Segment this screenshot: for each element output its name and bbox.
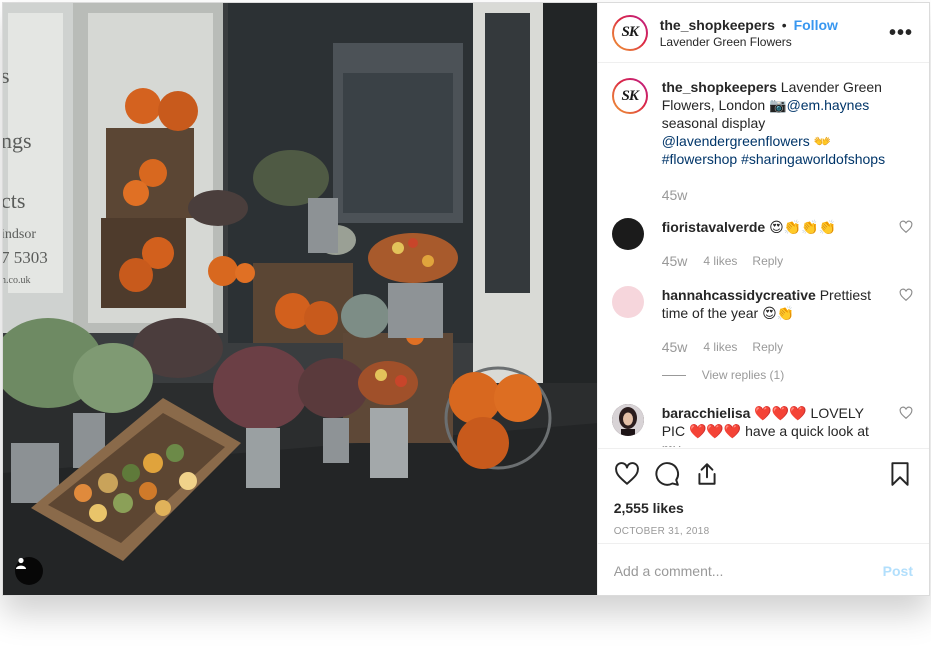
post-button[interactable]: Post bbox=[883, 563, 913, 579]
avatar-photo bbox=[611, 404, 644, 436]
separator-dot: • bbox=[781, 16, 787, 33]
comment-time: 45w bbox=[661, 253, 688, 269]
comment-meta: 45w 4 likes Reply bbox=[662, 338, 883, 356]
comment-username[interactable]: hannahcassidycreative bbox=[662, 287, 816, 303]
comment-body: hannahcassidycreative Prettiest time of … bbox=[661, 286, 913, 384]
comments-list[interactable]: SK the_shopkeepers Lavender Green Flower… bbox=[598, 64, 929, 447]
caption-body: the_shopkeepers Lavender Green Flowers, … bbox=[662, 78, 913, 204]
header-top: the_shopkeepers • Follow bbox=[660, 16, 889, 34]
caption-username[interactable]: the_shopkeepers bbox=[662, 79, 777, 95]
comment-likes[interactable]: 4 likes bbox=[703, 338, 737, 356]
avatar-initials: SK bbox=[613, 16, 646, 49]
caption: SK the_shopkeepers Lavender Green Flower… bbox=[611, 78, 913, 204]
user-tag-button[interactable] bbox=[15, 557, 43, 585]
comment-avatar[interactable] bbox=[611, 286, 644, 318]
view-replies-label: View replies (1) bbox=[701, 368, 785, 382]
comment-heart-icon[interactable] bbox=[899, 288, 913, 302]
comment-heart-icon[interactable] bbox=[899, 406, 913, 420]
bookmark-icon[interactable] bbox=[887, 461, 913, 487]
camera-emoji: 📷 bbox=[769, 97, 787, 113]
comment-username[interactable]: baracchielisa bbox=[662, 405, 751, 421]
svg-text:s: s bbox=[3, 63, 10, 88]
comment-item: baracchielisa ❤️❤️❤️ LOVELY PIC ❤️❤️❤️ h… bbox=[611, 404, 913, 447]
user-tag-icon bbox=[16, 557, 26, 569]
photo-illustration: s ngs cts indsor 7 5303 n.co.uk bbox=[3, 3, 597, 595]
comment-icon[interactable] bbox=[654, 461, 680, 487]
add-comment-bar: Post bbox=[597, 543, 929, 595]
comment-item: hannahcassidycreative Prettiest time of … bbox=[611, 286, 913, 384]
action-icons bbox=[614, 449, 913, 499]
caption-emoji: 👐 bbox=[813, 133, 832, 149]
comment-time: 45w bbox=[661, 339, 688, 355]
svg-text:cts: cts bbox=[3, 188, 25, 213]
post-photo[interactable]: s ngs cts indsor 7 5303 n.co.uk bbox=[3, 3, 597, 595]
svg-text:n.co.uk: n.co.uk bbox=[3, 275, 30, 286]
header-text: the_shopkeepers • Follow Lavender Green … bbox=[660, 16, 889, 50]
caption-time: 45w bbox=[661, 187, 688, 203]
comment-item: fioristavalverde 😍👏👏👏 45w 4 likes Reply bbox=[611, 218, 913, 270]
hashtag-sharingaworldofshops[interactable]: #sharingaworldofshops bbox=[741, 151, 885, 167]
post-modal: s ngs cts indsor 7 5303 n.co.uk SK the_s… bbox=[2, 2, 930, 596]
caption-avatar[interactable]: SK bbox=[611, 78, 648, 114]
likes-count[interactable]: 2,555 likes bbox=[614, 499, 913, 517]
caption-text-2: seasonal display bbox=[661, 115, 766, 131]
svg-text:ngs: ngs bbox=[3, 128, 32, 153]
svg-text:7 5303: 7 5303 bbox=[3, 248, 48, 267]
comment-likes[interactable]: 4 likes bbox=[703, 252, 737, 270]
comment-avatar[interactable] bbox=[611, 404, 644, 436]
comment-username[interactable]: fioristavalverde bbox=[662, 219, 766, 235]
caption-meta: 45w bbox=[662, 186, 913, 204]
post-header: SK the_shopkeepers • Follow Lavender Gre… bbox=[597, 3, 929, 63]
mention-em-haynes[interactable]: @em.haynes bbox=[787, 97, 870, 113]
follow-button[interactable]: Follow bbox=[794, 17, 838, 33]
hashtag-flowershop[interactable]: #flowershop bbox=[662, 151, 738, 167]
post-actions: 2,555 likes OCTOBER 31, 2018 bbox=[597, 448, 929, 537]
post-side-panel: SK the_shopkeepers • Follow Lavender Gre… bbox=[596, 3, 929, 595]
comment-avatar[interactable] bbox=[611, 218, 644, 250]
reply-button[interactable]: Reply bbox=[752, 338, 783, 356]
svg-text:indsor: indsor bbox=[3, 227, 36, 242]
heart-icon[interactable] bbox=[614, 461, 640, 487]
comment-body: baracchielisa ❤️❤️❤️ LOVELY PIC ❤️❤️❤️ h… bbox=[662, 404, 913, 447]
comment-meta: 45w 4 likes Reply bbox=[662, 252, 883, 270]
caption-avatar-initials: SK bbox=[613, 80, 646, 112]
share-icon[interactable] bbox=[694, 461, 720, 487]
view-replies-button[interactable]: View replies (1) bbox=[661, 366, 883, 384]
replies-divider bbox=[661, 374, 686, 376]
comment-body: fioristavalverde 😍👏👏👏 45w 4 likes Reply bbox=[662, 218, 913, 270]
reply-button[interactable]: Reply bbox=[752, 252, 783, 270]
username-link[interactable]: the_shopkeepers bbox=[660, 17, 775, 33]
mention-lavendergreenflowers[interactable]: @lavendergreenflowers bbox=[662, 133, 810, 149]
comment-text: 😍👏👏👏 bbox=[769, 219, 836, 235]
location-link[interactable]: Lavender Green Flowers bbox=[660, 34, 889, 50]
more-horizontal-icon[interactable]: ••• bbox=[889, 23, 913, 43]
add-comment-input[interactable] bbox=[613, 562, 883, 579]
post-date: OCTOBER 31, 2018 bbox=[613, 526, 710, 537]
avatar[interactable]: SK bbox=[611, 14, 648, 51]
comment-heart-icon[interactable] bbox=[899, 220, 913, 234]
